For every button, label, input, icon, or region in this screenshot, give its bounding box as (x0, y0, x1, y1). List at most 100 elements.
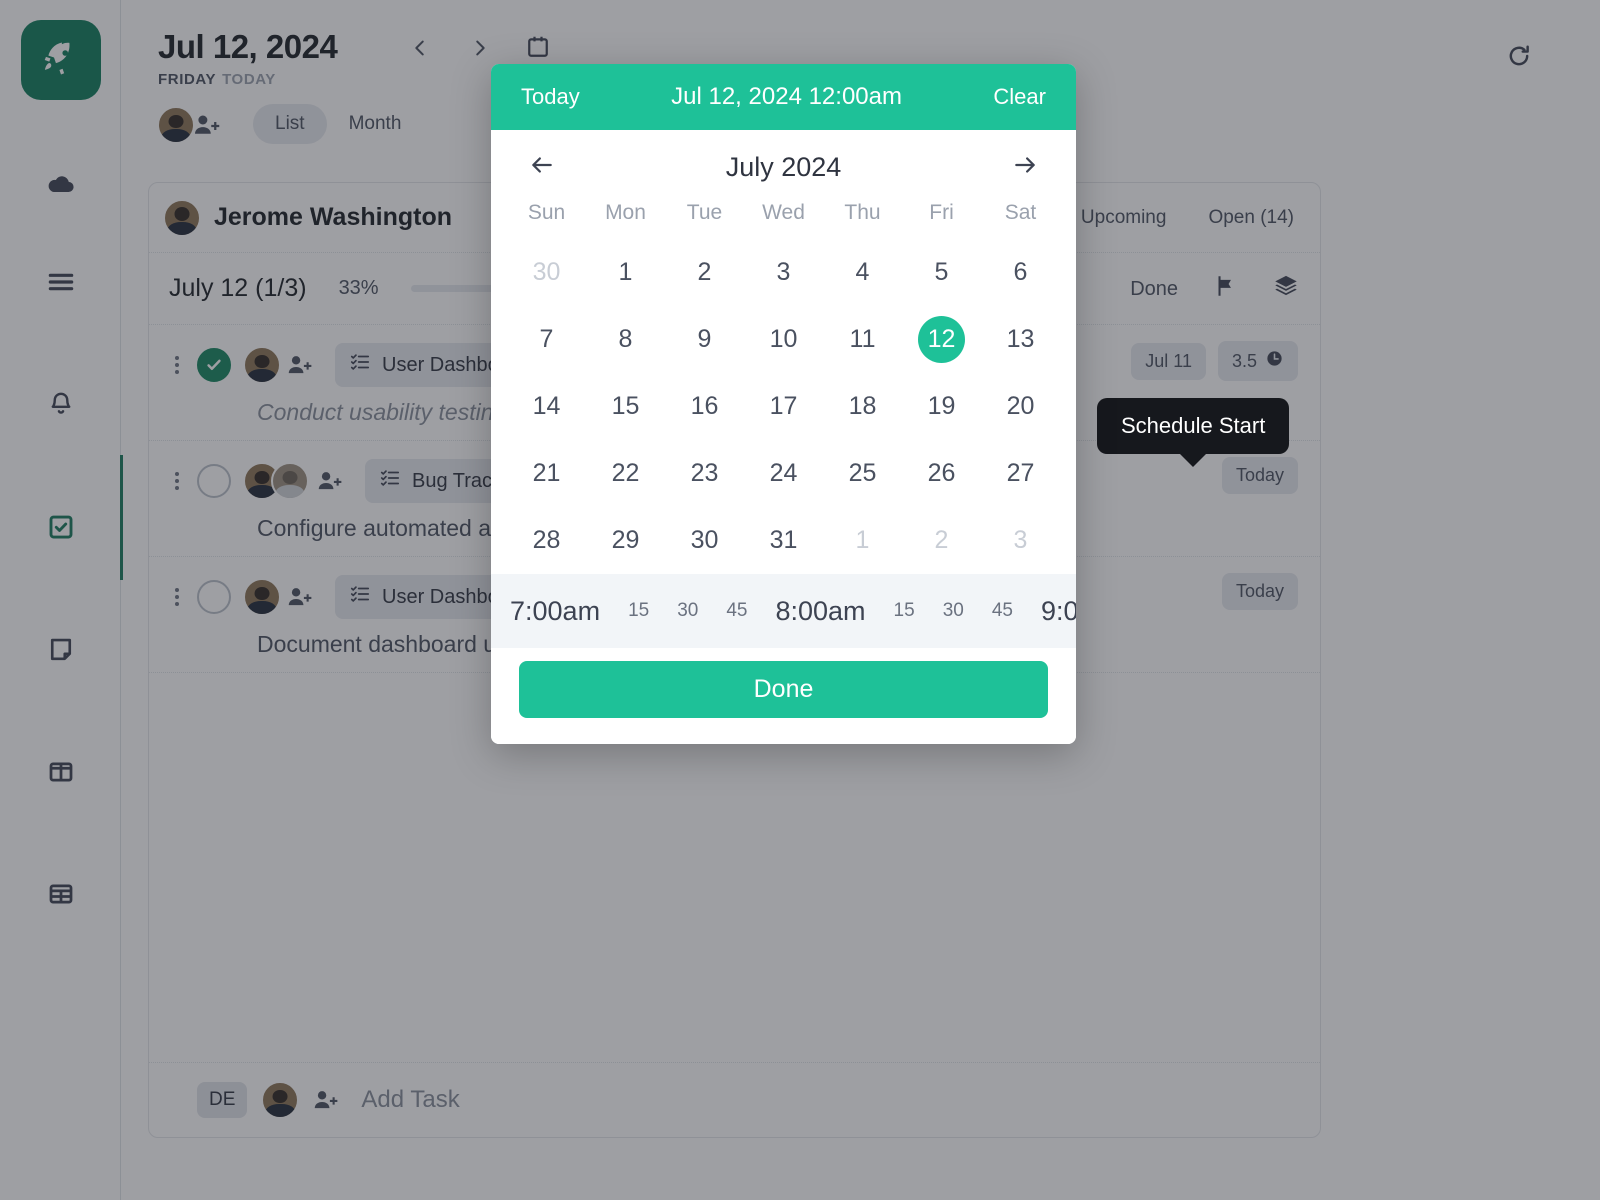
calendar-day[interactable]: 28 (523, 517, 570, 564)
calendar-day-cell[interactable]: 2 (665, 239, 744, 306)
calendar-day-cell[interactable]: 28 (507, 507, 586, 574)
calendar-day-cell[interactable]: 24 (744, 440, 823, 507)
calendar-day-cell[interactable]: 31 (744, 507, 823, 574)
task-checkbox[interactable] (197, 348, 231, 382)
calendar-day-cell[interactable]: 21 (507, 440, 586, 507)
sidebar-item-notifications[interactable] (0, 383, 121, 427)
calendar-day[interactable]: 31 (760, 517, 807, 564)
task-assignees[interactable] (243, 462, 343, 500)
calendar-day[interactable]: 11 (839, 316, 886, 363)
calendar-day[interactable]: 4 (839, 249, 886, 296)
task-duration-badge[interactable]: 3.5 (1217, 341, 1298, 381)
tab-upcoming[interactable]: Upcoming (1081, 207, 1167, 229)
calendar-day-cell[interactable]: 12 (902, 306, 981, 373)
calendar-day[interactable]: 3 (997, 517, 1044, 564)
calendar-day[interactable]: 1 (839, 517, 886, 564)
time-slot-hour[interactable]: 7:00am (510, 596, 600, 627)
calendar-day-cell[interactable]: 7 (507, 306, 586, 373)
calendar-day-cell[interactable]: 25 (823, 440, 902, 507)
calendar-day[interactable]: 29 (602, 517, 649, 564)
calendar-day-cell[interactable]: 1 (823, 507, 902, 574)
calendar-day[interactable]: 20 (997, 383, 1044, 430)
add-person-icon[interactable] (315, 467, 343, 495)
calendar-day[interactable]: 30 (523, 249, 570, 296)
calendar-day-cell[interactable]: 18 (823, 373, 902, 440)
calendar-day[interactable]: 25 (839, 450, 886, 497)
task-menu-icon[interactable] (169, 356, 185, 374)
calendar-button[interactable] (524, 32, 552, 67)
calendar-day[interactable]: 8 (602, 316, 649, 363)
calendar-day-cell[interactable]: 19 (902, 373, 981, 440)
rocket-logo-icon[interactable] (21, 20, 101, 100)
calendar-day[interactable]: 9 (681, 316, 728, 363)
calendar-day[interactable]: 27 (997, 450, 1044, 497)
calendar-day-cell[interactable]: 15 (586, 373, 665, 440)
done-button[interactable]: Done (519, 661, 1048, 718)
time-slot-minute[interactable]: 45 (726, 600, 747, 622)
calendar-day[interactable]: 5 (918, 249, 965, 296)
calendar-day[interactable]: 6 (997, 249, 1044, 296)
task-date-badge[interactable]: Today (1221, 573, 1298, 610)
calendar-day[interactable]: 1 (602, 249, 649, 296)
layers-icon[interactable] (1272, 272, 1300, 306)
time-slot-hour[interactable]: 9:00am (1041, 596, 1076, 627)
calendar-day-cell[interactable]: 23 (665, 440, 744, 507)
time-slot-minute[interactable]: 15 (894, 600, 915, 622)
calendar-day[interactable]: 13 (997, 316, 1044, 363)
calendar-day[interactable]: 15 (602, 383, 649, 430)
task-checkbox[interactable] (197, 580, 231, 614)
add-person-icon[interactable] (311, 1086, 339, 1114)
add-person-icon[interactable] (285, 351, 313, 379)
add-person-icon[interactable] (285, 583, 313, 611)
calendar-day-cell[interactable]: 20 (981, 373, 1060, 440)
calendar-day[interactable]: 19 (918, 383, 965, 430)
time-slot-strip[interactable]: 7:00am 15 30 45 8:00am 15 30 45 9:00am (491, 574, 1076, 648)
calendar-day[interactable]: 2 (681, 249, 728, 296)
tab-open[interactable]: Open (14) (1208, 207, 1294, 229)
calendar-day-cell[interactable]: 30 (665, 507, 744, 574)
time-slot-hour[interactable]: 8:00am (775, 596, 865, 627)
calendar-day-cell[interactable]: 26 (902, 440, 981, 507)
calendar-day-cell[interactable]: 5 (902, 239, 981, 306)
sidebar-item-menu[interactable] (0, 260, 121, 304)
time-slot-minute[interactable]: 15 (628, 600, 649, 622)
calendar-day-cell[interactable]: 10 (744, 306, 823, 373)
calendar-day[interactable]: 10 (760, 316, 807, 363)
calendar-day-cell[interactable]: 1 (586, 239, 665, 306)
task-assignees[interactable] (243, 578, 313, 616)
calendar-day[interactable]: 2 (918, 517, 965, 564)
calendar-day-cell[interactable]: 22 (586, 440, 665, 507)
calendar-day-cell[interactable]: 16 (665, 373, 744, 440)
calendar-day[interactable]: 18 (839, 383, 886, 430)
calendar-day[interactable]: 17 (760, 383, 807, 430)
calendar-day-cell[interactable]: 30 (507, 239, 586, 306)
task-date-badge[interactable]: Jul 11 (1131, 342, 1206, 380)
sidebar-item-cloud[interactable] (0, 162, 121, 206)
next-day-button[interactable] (464, 32, 496, 64)
calendar-day[interactable]: 24 (760, 450, 807, 497)
sidebar-item-table[interactable] (0, 872, 121, 916)
done-filter-label[interactable]: Done (1130, 278, 1178, 301)
arrow-left-icon[interactable] (529, 152, 555, 183)
arrow-right-icon[interactable] (1012, 152, 1038, 183)
calendar-day[interactable]: 16 (681, 383, 728, 430)
time-slot-minute[interactable]: 45 (992, 600, 1013, 622)
calendar-day-cell[interactable]: 9 (665, 306, 744, 373)
calendar-day[interactable]: 22 (602, 450, 649, 497)
clear-button[interactable]: Clear (993, 84, 1046, 110)
calendar-day-cell[interactable]: 8 (586, 306, 665, 373)
header-avatars[interactable] (157, 106, 221, 144)
calendar-day-cell[interactable]: 14 (507, 373, 586, 440)
flag-icon[interactable] (1212, 273, 1238, 305)
add-person-icon[interactable] (191, 110, 221, 140)
calendar-day-cell[interactable]: 17 (744, 373, 823, 440)
task-menu-icon[interactable] (169, 472, 185, 490)
calendar-day-cell[interactable]: 4 (823, 239, 902, 306)
sidebar-item-board[interactable] (0, 750, 121, 794)
calendar-day-cell[interactable]: 29 (586, 507, 665, 574)
calendar-day[interactable]: 23 (681, 450, 728, 497)
sidebar-item-notes[interactable] (0, 628, 121, 672)
calendar-day-cell[interactable]: 3 (981, 507, 1060, 574)
tab-month[interactable]: Month (327, 104, 424, 144)
time-slot-minute[interactable]: 30 (677, 600, 698, 622)
